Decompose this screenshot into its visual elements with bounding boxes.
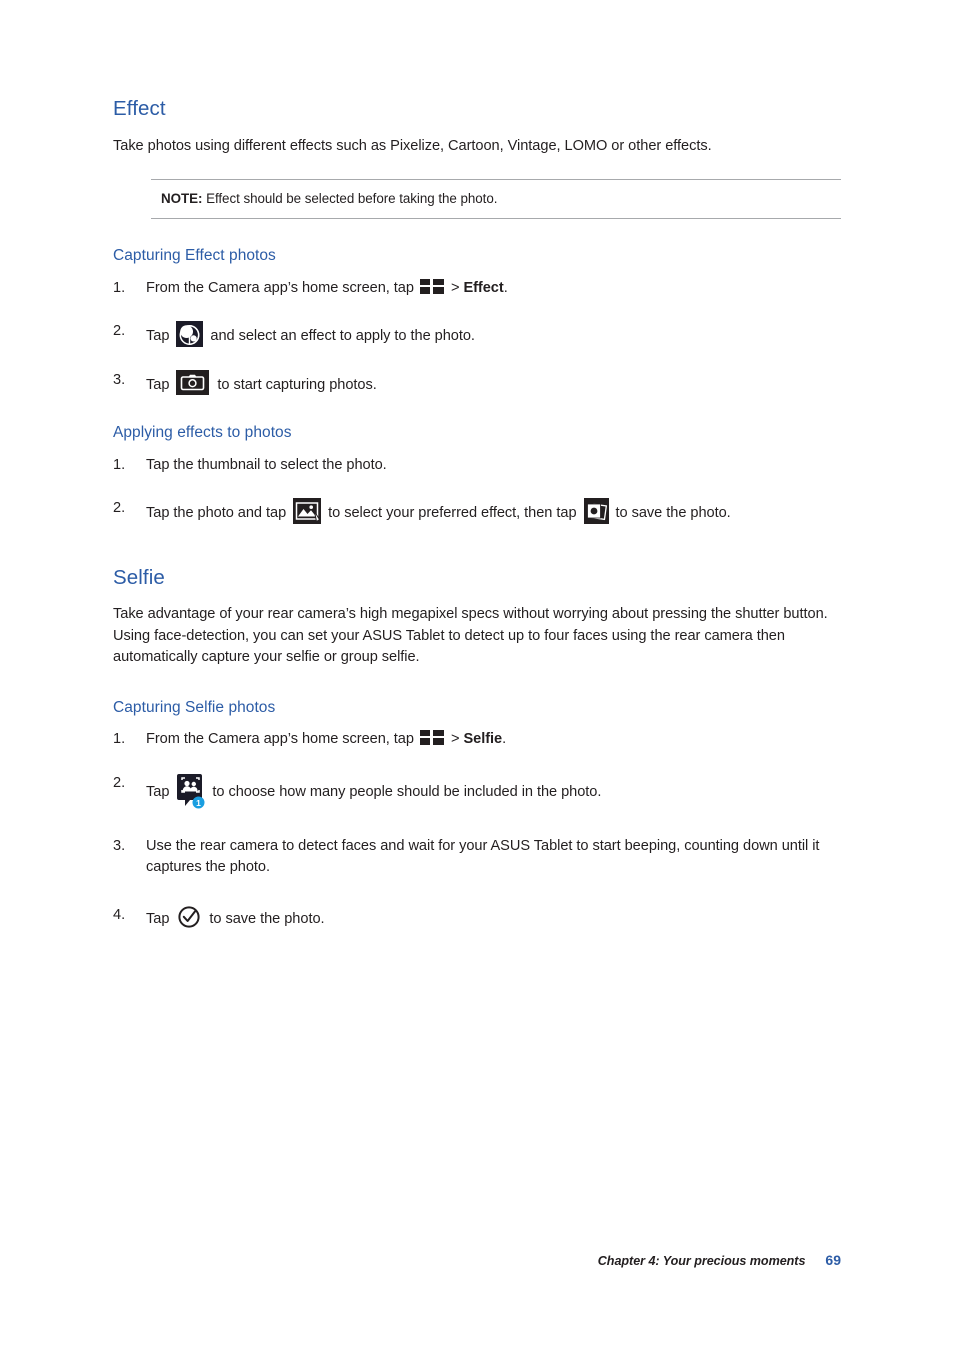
step-text: Tap the photo and tap to select your pre… bbox=[146, 498, 731, 525]
step-text: Tap 11 to choose how many people should … bbox=[146, 773, 601, 809]
step-text: From the Camera app’s home screen, tap >… bbox=[146, 730, 507, 748]
step-number: 4. bbox=[113, 906, 126, 923]
list-item: 2. Tap and select an effect to apply to … bbox=[113, 321, 841, 348]
step-text: Tap and select an effect to apply to the… bbox=[146, 321, 475, 348]
step-number: 3. bbox=[113, 837, 126, 854]
list-item: 4. Tap to save the photo. bbox=[113, 905, 841, 931]
list-item: 1. Tap the thumbnail to select the photo… bbox=[113, 455, 841, 477]
steps-capturing-effect-photos: 1. From the Camera app’s home screen, ta… bbox=[113, 278, 841, 397]
step-number: 1. bbox=[113, 456, 126, 473]
step-number: 2. bbox=[113, 774, 126, 791]
step-number: 2. bbox=[113, 323, 126, 340]
step-number: 3. bbox=[113, 371, 126, 388]
note-text: Effect should be selected before taking … bbox=[206, 191, 498, 207]
subheading-capturing-effect-photos: Capturing Effect photos bbox=[113, 247, 276, 265]
camera-shutter-icon[interactable] bbox=[176, 369, 210, 395]
step-number: 1. bbox=[113, 279, 126, 296]
step-text: Tap to start capturing photos. bbox=[146, 369, 377, 395]
face-count-icon[interactable]: 11 bbox=[176, 773, 205, 809]
list-item: 2. Tap the photo and tap to select your … bbox=[113, 498, 841, 525]
step-text: Tap to save the photo. bbox=[146, 906, 325, 928]
step-text: Tap the thumbnail to select the photo. bbox=[146, 456, 387, 473]
steps-capturing-selfie-photos: 1. From the Camera app’s home screen, ta… bbox=[113, 729, 841, 930]
list-item: 1. From the Camera app’s home screen, ta… bbox=[113, 278, 841, 300]
step-text: From the Camera app’s home screen, tap >… bbox=[146, 278, 508, 296]
list-item: 3. Use the rear camera to detect faces a… bbox=[113, 836, 841, 879]
effect-filter-icon[interactable] bbox=[176, 321, 204, 348]
step-text: Use the rear camera to detect faces and … bbox=[146, 837, 820, 876]
page-number: 69 bbox=[825, 1252, 841, 1268]
list-item: 2. Tap 11 to choose how many people shou… bbox=[113, 773, 841, 809]
steps-applying-effects-to-photos: 1. Tap the thumbnail to select the photo… bbox=[113, 455, 841, 525]
note-callout: NOTE: Effect should be selected before t… bbox=[151, 179, 841, 220]
note-label: NOTE: bbox=[161, 191, 203, 207]
step-number: 1. bbox=[113, 731, 126, 748]
save-photo-icon[interactable] bbox=[583, 498, 609, 525]
grid-mode-icon[interactable] bbox=[419, 278, 444, 294]
page-title-effect: Effect bbox=[113, 97, 166, 120]
page-title-selfie: Selfie bbox=[113, 565, 165, 589]
footer-chapter-label: Chapter 4: Your precious moments bbox=[597, 1254, 806, 1268]
subheading-capturing-selfie-photos: Capturing Selfie photos bbox=[113, 698, 276, 716]
step-number: 2. bbox=[113, 500, 126, 517]
list-item: 1. From the Camera app’s home screen, ta… bbox=[113, 729, 841, 751]
section-selfie: Selfie Take advantage of your rear camer… bbox=[113, 565, 841, 931]
effect-intro-text: Take photos using different effects such… bbox=[113, 137, 712, 154]
photo-edit-wand-icon[interactable] bbox=[293, 498, 322, 525]
selfie-intro-text: Take advantage of your rear camera’s hig… bbox=[113, 606, 828, 666]
subheading-applying-effects-to-photos: Applying effects to photos bbox=[113, 424, 292, 442]
check-circle-icon[interactable] bbox=[177, 905, 201, 929]
section-effect: Effect Take photos using different effec… bbox=[113, 97, 841, 525]
list-item: 3. Tap to start capturing photos. bbox=[113, 369, 841, 397]
page-footer: Chapter 4: Your precious moments 69 bbox=[113, 1252, 841, 1268]
svg-text:1: 1 bbox=[197, 798, 202, 808]
page-content: Effect Take photos using different effec… bbox=[113, 97, 841, 931]
grid-mode-icon[interactable] bbox=[419, 730, 444, 746]
manual-page: Effect Take photos using different effec… bbox=[0, 0, 954, 1350]
